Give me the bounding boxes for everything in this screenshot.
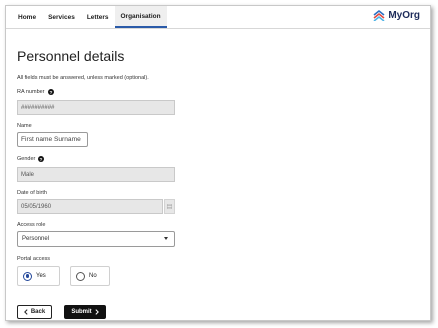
top-nav-bar: Home Services Letters Organisation MyOrg bbox=[6, 6, 430, 29]
form-intro-text: All fields must be answered, unless mark… bbox=[17, 75, 149, 81]
radio-no-label: No bbox=[89, 273, 97, 279]
calendar-button bbox=[164, 199, 175, 214]
calendar-icon bbox=[167, 204, 172, 209]
dob-field: 05/05/1960 bbox=[17, 199, 163, 214]
name-input[interactable]: First name Surname bbox=[17, 132, 88, 147]
svg-text:?: ? bbox=[49, 90, 52, 95]
app-window: Home Services Letters Organisation MyOrg… bbox=[5, 5, 431, 321]
tab-letters[interactable]: Letters bbox=[81, 6, 115, 28]
dob-label-text: Date of birth bbox=[17, 190, 47, 196]
main-content: Personnel details All fields must be ans… bbox=[17, 28, 419, 320]
ra-number-label: RA number ? bbox=[17, 89, 54, 95]
tab-organisation[interactable]: Organisation bbox=[114, 6, 167, 28]
access-role-label: Access role bbox=[17, 222, 45, 228]
help-icon[interactable]: ? bbox=[38, 156, 45, 162]
svg-text:?: ? bbox=[40, 157, 43, 162]
back-button-label: Back bbox=[30, 309, 46, 315]
chevron-left-icon bbox=[23, 309, 28, 315]
gender-field: Male bbox=[17, 167, 175, 182]
radio-no-unchecked[interactable] bbox=[76, 271, 85, 281]
radio-option-yes[interactable]: Yes bbox=[17, 266, 60, 286]
chevron-down-icon bbox=[164, 237, 168, 240]
submit-button-label: Submit bbox=[71, 309, 92, 315]
gender-label-text: Gender bbox=[17, 156, 36, 162]
ra-number-label-text: RA number bbox=[17, 89, 45, 95]
gender-label: Gender ? bbox=[17, 156, 45, 162]
radio-yes-label: Yes bbox=[36, 273, 46, 279]
page-title: Personnel details bbox=[17, 48, 125, 64]
access-role-label-text: Access role bbox=[17, 222, 46, 228]
tab-services[interactable]: Services bbox=[42, 6, 81, 28]
brand-name: MyOrg bbox=[388, 10, 420, 21]
portal-access-label: Portal access bbox=[17, 256, 50, 262]
chevron-right-icon bbox=[95, 309, 99, 315]
radio-yes-checked[interactable] bbox=[23, 271, 32, 281]
back-button[interactable]: Back bbox=[17, 305, 52, 319]
access-role-select[interactable]: Personnel bbox=[17, 231, 175, 247]
help-icon[interactable]: ? bbox=[47, 89, 54, 95]
brand-chevrons-icon bbox=[373, 10, 385, 21]
name-label: Name bbox=[17, 123, 32, 129]
dob-label: Date of birth bbox=[17, 190, 47, 196]
access-role-selected: Personnel bbox=[22, 236, 50, 242]
brand-logo[interactable]: MyOrg bbox=[373, 10, 420, 21]
ra-number-field: ########## bbox=[17, 100, 175, 115]
submit-button[interactable]: Submit bbox=[64, 305, 106, 319]
nav-tabs: Home Services Letters Organisation bbox=[12, 6, 167, 28]
name-label-text: Name bbox=[17, 123, 32, 129]
radio-option-no[interactable]: No bbox=[70, 266, 110, 286]
tab-home[interactable]: Home bbox=[12, 6, 42, 28]
portal-access-label-text: Portal access bbox=[17, 256, 51, 262]
